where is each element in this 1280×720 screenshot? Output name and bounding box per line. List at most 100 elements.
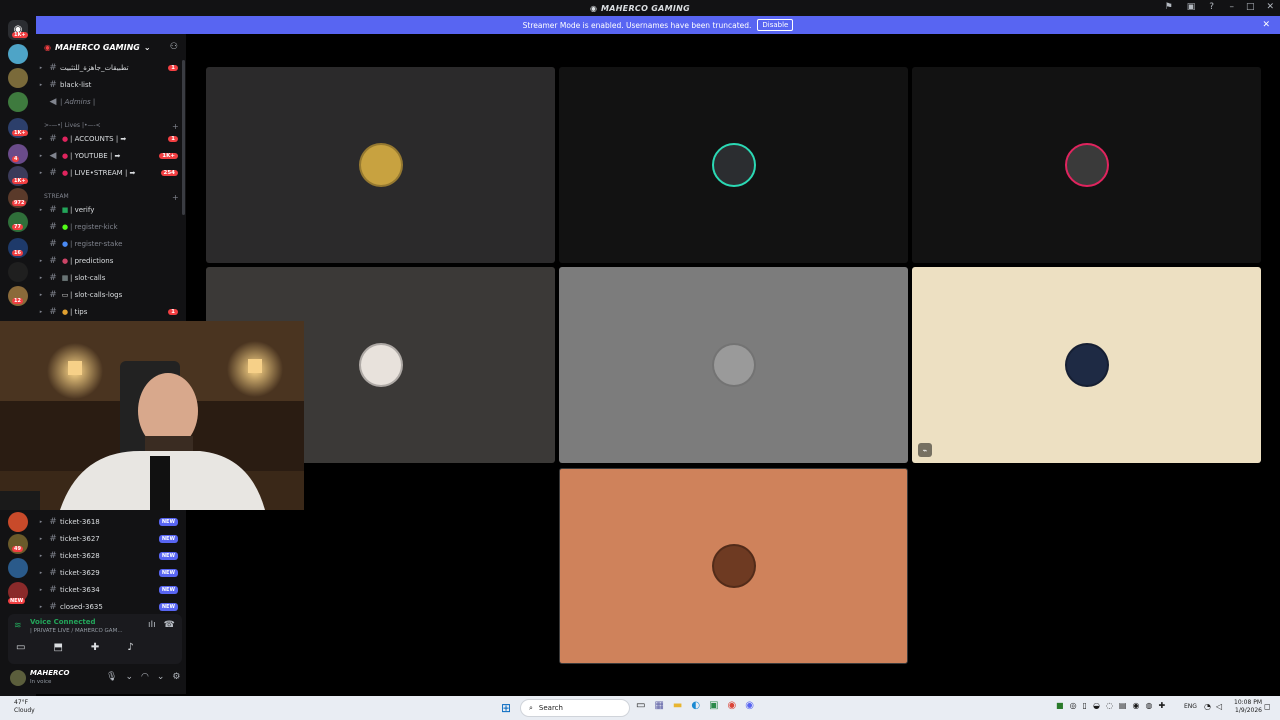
hash-icon: # (49, 239, 57, 249)
channel-item[interactable]: ▸ # ▭ | slot-calls-logs (36, 287, 186, 303)
tray-app-icon[interactable]: ■ (1056, 701, 1064, 710)
edge-icon[interactable]: ◐ (691, 700, 700, 711)
clock[interactable]: 10:08 PM 1/9/2026 (1234, 699, 1262, 715)
tray-app-icon[interactable]: ✚ (1158, 701, 1165, 710)
channel-item[interactable]: ▸ # ● | predictions (36, 253, 186, 269)
microphone-icon[interactable]: 🎙 (106, 672, 117, 682)
chevron-icon: ▸ (39, 170, 43, 176)
maximize-button[interactable]: □ (1246, 2, 1255, 12)
chevron-icon: ▸ (39, 604, 43, 610)
disable-button[interactable]: Disable (757, 19, 794, 31)
tray-app-icon[interactable]: ◉ (1132, 701, 1139, 710)
disconnect-icon[interactable]: ☎ (164, 620, 175, 630)
server-icon[interactable] (8, 558, 28, 578)
settings-gear-icon[interactable]: ⚙ (172, 672, 180, 682)
channel-item[interactable]: # ● | register-stake (36, 236, 186, 252)
file-explorer-icon[interactable]: ▬ (673, 700, 682, 711)
hash-icon: # (49, 517, 57, 527)
server-icon[interactable] (8, 68, 28, 88)
chevron-icon: ▸ (39, 292, 43, 298)
close-window-button[interactable]: ✕ (1266, 2, 1274, 12)
tray-app-icon[interactable]: ◎ (1070, 701, 1077, 710)
discord-logo-icon: ◉ (589, 3, 597, 13)
chevron-down-icon[interactable]: ⌄ (125, 672, 133, 682)
teams-icon[interactable]: ▦ (654, 700, 663, 711)
participant-tile[interactable] (559, 468, 908, 664)
channel-name: | ACCOUNTS | ➡ (70, 135, 127, 143)
volume-icon[interactable]: ◁ (1216, 702, 1222, 711)
server-header[interactable]: ◉ MAHERCO GAMING ⌄ ⚇ (36, 34, 186, 60)
tray-app-icon[interactable]: ◌ (1106, 701, 1113, 710)
server-icon[interactable] (8, 262, 28, 282)
notification-icon[interactable]: ◻ (1264, 702, 1271, 711)
chrome-icon[interactable]: ◉ (728, 700, 737, 711)
channel-item[interactable]: ▸ ◀ ● | YOUTUBE | ➡ 1K+ (36, 148, 186, 164)
channel-item[interactable]: ▸ # ticket-3634 NEW (36, 582, 186, 598)
minimize-button[interactable]: – (1229, 2, 1234, 12)
channel-item[interactable]: ▸ # ▦ | slot-calls (36, 270, 186, 286)
channel-item[interactable]: ▸ # ticket-3627 NEW (36, 531, 186, 547)
server-name: MAHERCO GAMING (54, 42, 140, 52)
chevron-icon: ▸ (39, 153, 43, 159)
headphones-icon[interactable]: ◠ (141, 672, 149, 682)
participant-tile[interactable] (206, 67, 555, 263)
tray-app-icon[interactable]: ▤ (1119, 701, 1127, 710)
windows-start-icon[interactable]: ⊞ (501, 701, 511, 715)
server-icon[interactable] (8, 512, 28, 532)
voice-status[interactable]: Voice Connected (30, 618, 96, 626)
task-view-icon[interactable]: ▭ (636, 700, 645, 711)
channel-item[interactable]: ▸ # ticket-3618 NEW (36, 514, 186, 530)
channel-item[interactable]: ▸ # ticket-3629 NEW (36, 565, 186, 581)
participant-tile[interactable] (559, 67, 908, 263)
activities-icon[interactable]: ✚ (91, 642, 99, 653)
noise-suppression-icon[interactable]: ıIı (148, 620, 156, 630)
channel-item[interactable]: ▸ # ■ | verify (36, 202, 186, 218)
participant-tile[interactable] (559, 267, 908, 463)
channel-item[interactable]: ▸ # ● | LIVE•STREAM | ➡ 254 (36, 165, 186, 181)
server-icon[interactable] (8, 92, 28, 112)
category-lives[interactable]: >-—•| Lives |•—-< + (44, 122, 179, 131)
channel-item[interactable]: ▸ # ● | tips 1 (36, 304, 186, 320)
voice-channel[interactable]: | PRIVATE LIVE / MAHERCO GAM... (30, 628, 123, 634)
channel-name: | YOUTUBE | ➡ (70, 152, 121, 160)
channel-item[interactable]: ▸ # ● | ACCOUNTS | ➡ 1 (36, 131, 186, 147)
weather-widget[interactable]: 47°F Cloudy (14, 699, 35, 715)
webcam-overlay (0, 321, 304, 510)
channel-item[interactable]: ▸ # black-list (36, 77, 186, 93)
chevron-down-icon[interactable]: ⌄ (157, 672, 165, 682)
close-banner-icon[interactable]: ✕ (1262, 20, 1270, 30)
taskbar-search[interactable]: ⌕ Search (520, 699, 630, 717)
server-icon[interactable] (8, 44, 28, 64)
channel-item[interactable]: ▸ # ticket-3628 NEW (36, 548, 186, 564)
add-user-icon[interactable]: ⚇ (170, 42, 178, 52)
language-indicator[interactable]: ENG (1184, 703, 1197, 710)
wifi-icon[interactable]: ◔ (1204, 702, 1211, 711)
screen-icon[interactable]: ▣ (1187, 2, 1196, 12)
channel-item[interactable]: ◀ | Admins | (36, 94, 186, 110)
channel-name: | slot-calls (70, 274, 106, 282)
add-channel-icon[interactable]: + (172, 193, 179, 202)
username[interactable]: MAHERCO (30, 669, 70, 677)
participant-tile[interactable] (912, 67, 1261, 263)
help-icon[interactable]: ? (1209, 2, 1214, 12)
tray-app-icon[interactable]: ◍ (1145, 701, 1152, 710)
category-stream[interactable]: STREAM + (44, 193, 179, 202)
camera-off-icon[interactable]: ▭ (16, 642, 25, 653)
screen-share-icon[interactable]: ⬒ (53, 642, 62, 653)
channel-item[interactable]: ▸ # closed-3635 NEW (36, 599, 186, 615)
category-label: >-—•| Lives |•—-< (44, 122, 101, 129)
soundboard-icon[interactable]: ♪ (127, 642, 133, 653)
avatar[interactable] (10, 670, 26, 686)
discord-taskbar-icon[interactable]: ◉ (745, 700, 754, 711)
channel-item[interactable]: ▸ # تطبيقات_جاهزة_للتثبيت 1 (36, 60, 186, 76)
hash-icon: # (49, 551, 57, 561)
app-icon[interactable]: ▣ (709, 700, 718, 711)
participant-tile[interactable]: ⌁ (912, 267, 1261, 463)
inbox-icon[interactable]: ⚑ (1165, 2, 1173, 12)
channel-item[interactable]: # ● | register-kick (36, 219, 186, 235)
tray-app-icon[interactable]: ◒ (1093, 701, 1100, 710)
badge: 16 (12, 250, 23, 256)
channel-scrollbar[interactable] (182, 60, 185, 215)
tray-app-icon[interactable]: ▯ (1083, 701, 1087, 710)
add-channel-icon[interactable]: + (172, 122, 179, 131)
